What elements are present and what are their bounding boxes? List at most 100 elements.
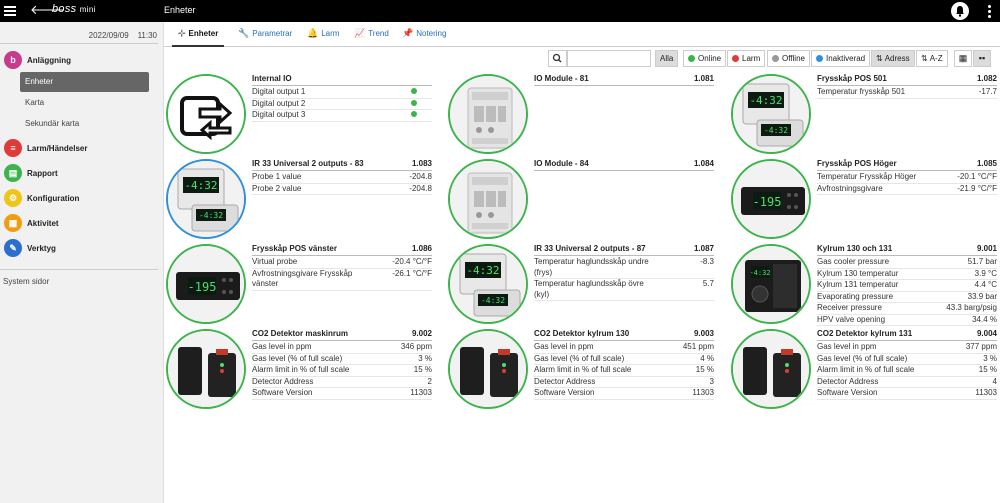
device-image[interactable]: -195 [731,159,811,239]
offline-status-dot [772,55,779,62]
device-card[interactable]: CO2 Detektor kylrum 130 9.003 Gas level in… [448,329,718,411]
device-name[interactable]: IO Module - 84 [534,159,589,169]
device-name[interactable]: Internal IO [252,74,292,84]
filter-all-button[interactable]: Alla [655,50,679,67]
device-card[interactable]: -4:32 -4:32 Frysskåp POS 501 1.082 Temperatu… [731,74,1000,156]
device-name[interactable]: IR 33 Universal 2 outputs - 87 [534,244,646,254]
variable-row[interactable]: Digital output 2 [252,99,432,110]
variable-row[interactable]: Kylrum 131 temperatur 4.4 °C [817,280,997,292]
variable-row[interactable]: Temperatur Frysskåp Höger -20.1 °C/°F [817,172,997,184]
variable-row[interactable]: Gas cooler pressure 51.7 bar [817,257,997,269]
variable-row[interactable]: Gas level (% of full scale) 3 % [817,354,997,365]
device-name[interactable]: Frysskåp POS 501 [817,74,887,84]
sort-address-button[interactable]: ⇅ Adress [871,50,915,67]
list-view-button[interactable]: ▦ [954,50,972,67]
filter-online-button[interactable]: Online [683,50,727,67]
filter-offline-button[interactable]: Offline [767,50,810,67]
tab-trend[interactable]: 📈 Trend [354,28,389,39]
filter-alarm-button[interactable]: Larm [727,50,766,67]
variable-row[interactable]: Gas level in ppm 451 ppm [534,342,714,354]
variable-row[interactable]: Alarm limit in % of full scale 15 % [252,365,432,377]
device-name[interactable]: Kylrum 130 och 131 [817,244,892,254]
device-name[interactable]: Frysskåp POS Höger [817,159,897,169]
device-image[interactable] [731,329,811,409]
sidebar-item-larm[interactable]: ≡ Larm/Händelser [4,139,87,157]
device-name[interactable]: CO2 Detektor kylrum 131 [817,329,912,339]
more-options-icon[interactable] [984,3,994,19]
device-image[interactable]: -4:32 -4:32 [731,74,811,154]
device-name[interactable]: CO2 Detektor maskinrum [252,329,348,339]
device-image[interactable]: -195 [166,244,246,324]
device-card[interactable]: CO2 Detektor maskinrum 9.002 Gas level in … [166,329,436,411]
sidebar-item-rapport[interactable]: ▤ Rapport [4,164,58,182]
device-card[interactable]: -195 Frysskåp POS vänster 1.086 Virtual pro… [166,244,436,326]
device-image[interactable] [166,329,246,409]
tab-larm[interactable]: 🔔 Larm [307,28,339,39]
variable-row[interactable]: Detector Address 2 [252,377,432,388]
grid-view-button[interactable]: ▪▪ [973,50,991,67]
variable-row[interactable]: Detector Address 3 [534,377,714,388]
device-name[interactable]: CO2 Detektor kylrum 130 [534,329,629,339]
device-card[interactable]: IO Module - 81 1.081 [448,74,718,156]
variable-row[interactable]: Temperatur frysskåp 501 -17.7 [817,87,997,99]
sidebar-item-anlaggning[interactable]: b Anläggning [4,51,71,69]
device-card[interactable]: -195 Frysskåp POS Höger 1.085 Temperatur Fr… [731,159,1000,241]
variable-row[interactable]: Gas level (% of full scale) 4 % [534,354,714,365]
search-input[interactable] [567,50,651,67]
sidebar-subitem-enheter[interactable]: Enheter [20,72,149,92]
tab-parametrar[interactable]: 🔧 Parametrar [238,28,292,39]
variable-row[interactable]: Evaporating pressure 33.9 bar [817,292,997,303]
variable-name: Temperatur haglundsskåp undre (frys) [534,257,649,277]
device-image[interactable]: -4:32 -4:32 [166,159,246,239]
hamburger-menu-icon[interactable] [4,4,16,16]
variable-row[interactable]: Avfrostningsgivare Frysskåp vänster -26.1… [252,269,432,291]
device-name[interactable]: IO Module - 81 [534,74,589,84]
variable-row[interactable]: Avfrostningsgivare -21.9 °C/°F [817,184,997,195]
sidebar-item-aktivitet[interactable]: ▦ Aktivitet [4,214,59,232]
variable-row[interactable]: Software Version 11303 [534,388,714,400]
device-name[interactable]: IR 33 Universal 2 outputs - 83 [252,159,364,169]
device-name[interactable]: Frysskåp POS vänster [252,244,337,254]
variable-row[interactable]: Virtual probe -20.4 °C/°F [252,257,432,269]
device-card[interactable]: CO2 Detektor kylrum 131 9.004 Gas level in… [731,329,1000,411]
sidebar-item-system-sidor[interactable]: System sidor [3,277,49,286]
sidebar-item-konfiguration[interactable]: ⚙ Konfiguration [4,189,79,207]
sidebar-subitem-sekundar-karta[interactable]: Sekundär karta [20,114,149,134]
variable-row[interactable]: Gas level in ppm 346 ppm [252,342,432,354]
variable-row[interactable]: Alarm limit in % of full scale 15 % [817,365,997,377]
variable-row[interactable]: Gas level (% of full scale) 3 % [252,354,432,365]
variable-row[interactable]: HPV valve opening 34.4 % [817,315,997,326]
tab-enheter[interactable]: ⊹ Enheter [171,28,225,47]
device-image[interactable]: -4:32 -4:32 [448,244,528,324]
device-image[interactable] [448,329,528,409]
sort-az-button[interactable]: ⇅ A-Z [916,50,948,67]
search-button[interactable] [548,50,567,67]
device-card[interactable]: -4:32 Kylrum 130 och 131 9.001 Gas cooler p… [731,244,1000,326]
device-image[interactable] [448,159,528,239]
variable-row[interactable]: Software Version 11303 [252,388,432,400]
device-card[interactable]: -4:32 -4:32 IR 33 Universal 2 outputs - 83… [166,159,436,241]
variable-row[interactable]: Receiver pressure 43.3 barg/psig [817,303,997,315]
tab-notering[interactable]: 📌 Notering [402,28,446,39]
variable-row[interactable]: Digital output 1 [252,87,432,99]
device-image[interactable] [448,74,528,154]
variable-row[interactable]: Detector Address 4 [817,377,997,388]
variable-row[interactable]: Software Version 11303 [817,388,997,400]
variable-row[interactable]: Gas level in ppm 377 ppm [817,342,997,354]
sidebar-item-verktyg[interactable]: ✎ Verktyg [4,239,56,257]
variable-row[interactable]: Temperatur haglundsskåp övre (kyl) 5.7 [534,279,714,301]
device-card[interactable]: IO Module - 84 1.084 [448,159,718,241]
device-card[interactable]: Internal IO Digital output 1 Digital outpu… [166,74,436,156]
filter-inactive-button[interactable]: Inaktiverad [811,50,871,67]
variable-row[interactable]: Kylrum 130 temperatur 3.9 °C [817,269,997,280]
sidebar-subitem-karta[interactable]: Karta [20,93,149,113]
variable-row[interactable]: Probe 2 value -204.8 [252,184,432,195]
variable-row[interactable]: Alarm limit in % of full scale 15 % [534,365,714,377]
device-image[interactable] [166,74,246,154]
device-image[interactable]: -4:32 [731,244,811,324]
variable-row[interactable]: Temperatur haglundsskåp undre (frys) -8.3 [534,257,714,279]
notification-bell-icon[interactable] [951,2,969,20]
variable-row[interactable]: Probe 1 value -204.8 [252,172,432,184]
variable-row[interactable]: Digital output 3 [252,110,432,122]
device-card[interactable]: -4:32 -4:32 IR 33 Universal 2 outputs - 87… [448,244,718,326]
